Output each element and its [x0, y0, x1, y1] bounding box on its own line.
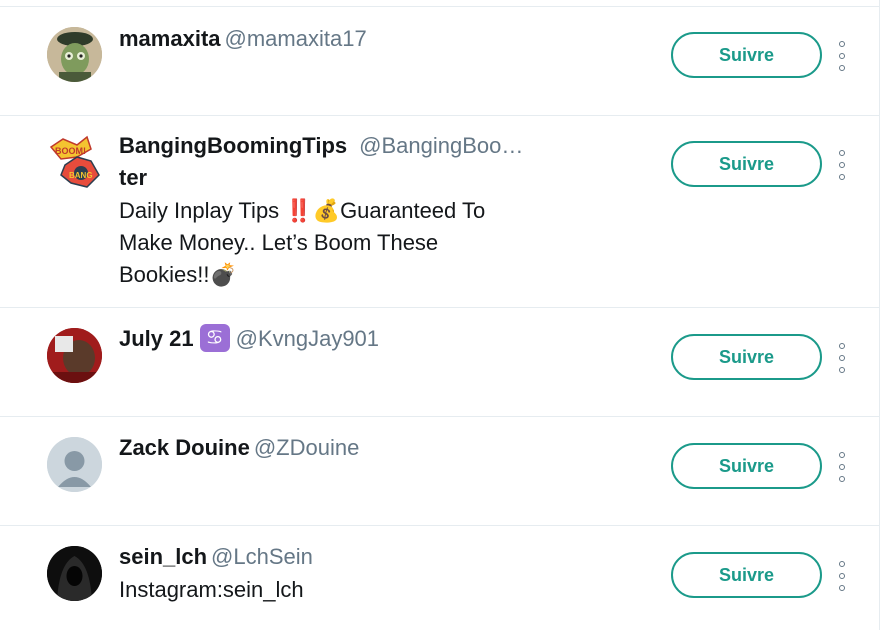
user-name[interactable]: July 21	[119, 326, 194, 351]
who-to-follow-list: mamaxita @mamaxita17 Suivre BOOM! BANG Ba…	[0, 0, 880, 630]
user-name-line: Zack Douine @ZDouine	[119, 433, 359, 463]
more-options-icon[interactable]	[834, 452, 850, 482]
user-avatar[interactable]	[47, 328, 102, 383]
bio-line: Daily Inplay Tips ‼️💰Guaranteed To	[119, 198, 486, 223]
user-row[interactable]: Zack Douine @ZDouine Suivre	[0, 416, 880, 526]
svg-text:BOOM!: BOOM!	[55, 146, 86, 156]
cartoon-avatar-icon	[47, 27, 102, 82]
user-avatar[interactable]: BOOM! BANG	[47, 135, 102, 190]
more-options-icon[interactable]	[834, 343, 850, 373]
follow-button[interactable]: Suivre	[671, 32, 822, 78]
user-name-line: mamaxita @mamaxita17	[119, 24, 367, 54]
user-row[interactable]: mamaxita @mamaxita17 Suivre	[0, 7, 880, 116]
user-bio: Daily Inplay Tips ‼️💰Guaranteed To Make …	[119, 195, 485, 291]
follow-button[interactable]: Suivre	[671, 443, 822, 489]
default-avatar-icon	[47, 437, 102, 492]
user-name-line: sein_lch @LchSein	[119, 542, 313, 572]
user-handle[interactable]: @mamaxita17	[225, 26, 367, 51]
bio-line: Instagram:sein_lch	[119, 577, 304, 602]
hooded-figure-avatar-icon	[47, 546, 102, 601]
more-options-icon[interactable]	[834, 150, 850, 180]
bio-line: Bookies!!💣	[119, 262, 237, 287]
user-avatar[interactable]	[47, 437, 102, 492]
user-handle[interactable]: @KvngJay901	[236, 326, 379, 351]
user-name-line: July 21 ♋ @KvngJay901	[119, 324, 379, 356]
user-handle[interactable]: @ZDouine	[254, 435, 360, 460]
more-options-icon[interactable]	[834, 561, 850, 591]
svg-text:BANG: BANG	[69, 171, 93, 180]
user-name-continuation: ter	[119, 165, 148, 190]
user-name-line: BangingBoomingTips @BangingBoo…	[119, 131, 523, 161]
cancer-zodiac-icon: ♋	[199, 324, 230, 353]
follow-button[interactable]: Suivre	[671, 334, 822, 380]
comic-boom-logo-icon: BOOM! BANG	[49, 135, 100, 188]
user-row[interactable]: BOOM! BANG BangingBoomingTips @BangingBoo…	[0, 115, 880, 308]
user-row[interactable]: July 21 ♋ @KvngJay901 Suivre	[0, 307, 880, 417]
more-options-icon[interactable]	[834, 41, 850, 71]
user-handle[interactable]: @BangingBoo…	[359, 133, 523, 158]
user-name[interactable]: Zack Douine	[119, 435, 250, 460]
user-row[interactable]: sein_lch @LchSein Instagram:sein_lch Suiv…	[0, 525, 880, 630]
user-name-wrap: ter	[119, 163, 147, 193]
bio-line: Make Money.. Let’s Boom These	[119, 230, 439, 255]
user-avatar[interactable]	[47, 546, 102, 601]
follow-button[interactable]: Suivre	[671, 141, 822, 187]
photo-avatar-icon	[47, 328, 102, 383]
user-name[interactable]: sein_lch	[119, 544, 207, 569]
user-handle[interactable]: @LchSein	[211, 544, 313, 569]
user-bio: Instagram:sein_lch	[119, 574, 304, 606]
follow-button[interactable]: Suivre	[671, 552, 822, 598]
user-avatar[interactable]	[47, 27, 102, 82]
user-name[interactable]: BangingBoomingTips	[119, 133, 347, 158]
user-name[interactable]: mamaxita	[119, 26, 221, 51]
